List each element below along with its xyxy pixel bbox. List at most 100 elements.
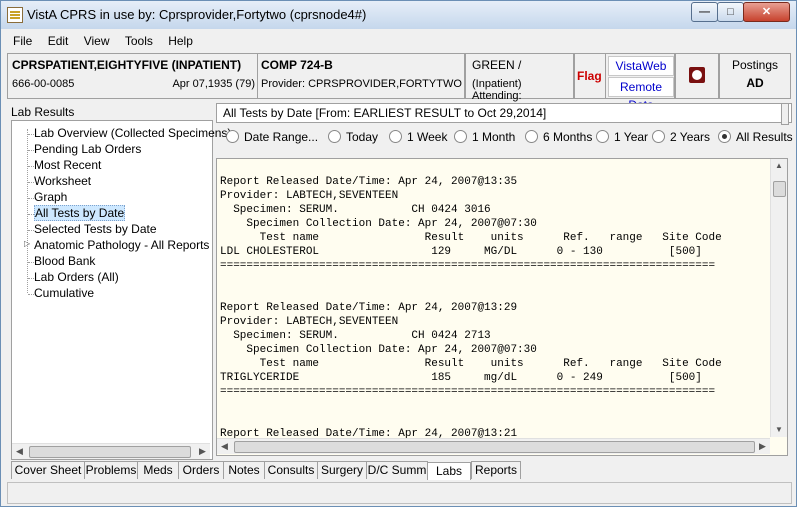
radio-label: 1 Year [614,130,649,144]
postings-value: AD [746,76,764,90]
tab-surgery[interactable]: Surgery [317,461,367,479]
attending-label: (Inpatient) Attending: [472,78,522,102]
radio-label: 1 Week [407,130,448,144]
tree-item-cumulative[interactable]: Cumulative [34,286,94,300]
patient-ssn: 666-00-0085 [12,78,75,90]
tree-scroll-thumb[interactable] [29,446,191,458]
title-bar[interactable]: VistA CPRS in use by: Cprsprovider,Forty… [1,1,796,29]
patient-dob: Apr 07,1935 (79) [172,78,255,90]
patient-name: CPRSPATIENT,EIGHTYFIVE (INPATIENT) [12,58,242,72]
menu-help[interactable]: Help [162,31,199,51]
menu-file[interactable]: File [7,31,38,51]
radio-icon [328,130,341,143]
tree-line [27,129,28,293]
vistaweb-button[interactable]: VistaWeb [608,56,674,76]
menu-edit[interactable]: Edit [42,31,75,51]
radio-date-range[interactable]: Date Range... [226,130,318,144]
radio-icon [389,130,402,143]
scroll-down-icon[interactable]: ▼ [771,423,787,437]
status-bar [7,482,792,504]
postings-button[interactable]: Postings AD [719,53,791,99]
radio-label: 2 Years [670,130,711,144]
date-range-group: Date Range... Today 1 Week 1 Month 6 Mon… [216,126,793,150]
tab-meds[interactable]: Meds [137,461,179,479]
radio-today[interactable]: Today [328,130,378,144]
attending-box[interactable]: GREEN / (Inpatient) Attending: [465,53,574,102]
radio-all-results[interactable]: All Results [718,130,793,144]
provider-name: Provider: CPRSPROVIDER,FORTYTWO [261,78,462,90]
tab-problems[interactable]: Problems [84,461,138,479]
flag-button[interactable]: Flag [574,53,606,99]
radio-icon [652,130,665,143]
chart-tabs: Cover Sheet Problems Meds Orders Notes C… [11,461,791,480]
report-hscroll-thumb[interactable] [234,441,755,453]
menu-view[interactable]: View [78,31,116,51]
tab-reports[interactable]: Reports [471,461,521,479]
team-name: GREEN / [472,58,522,72]
scroll-left-icon[interactable]: ◀ [217,439,232,454]
radio-1-month[interactable]: 1 Month [454,130,515,144]
tab-labs[interactable]: Labs [427,462,471,480]
tree-item-anatomic-pathology[interactable]: Anatomic Pathology - All Reports [34,238,209,252]
flag-label: Flag [577,69,602,83]
minimize-button[interactable]: — [691,2,718,22]
tab-orders[interactable]: Orders [178,461,224,479]
report-horizontal-scrollbar[interactable]: ◀ ▶ [217,438,770,454]
close-button[interactable]: ✕ [743,2,790,22]
location-room: COMP 724-B [261,58,333,72]
report-title: All Tests by Date [From: EARLIEST RESULT… [216,103,792,123]
tree-item-blood-bank[interactable]: Blood Bank [34,254,95,268]
window-title: VistA CPRS in use by: Cprsprovider,Forty… [27,7,367,22]
remote-data-button[interactable]: Remote Data [608,77,674,112]
scroll-left-icon[interactable]: ◀ [12,444,27,459]
tree-item-all-tests-by-date[interactable]: All Tests by Date [34,205,126,221]
postings-label: Postings [731,58,779,72]
tree-item-graph[interactable]: Graph [34,190,67,204]
tree-horizontal-scrollbar[interactable]: ◀ ▶ [12,443,210,459]
scroll-up-icon[interactable]: ▲ [771,159,787,173]
radio-6-months[interactable]: 6 Months [525,130,592,144]
scroll-right-icon[interactable]: ▶ [195,444,210,459]
tab-notes[interactable]: Notes [223,461,265,479]
tree-item-pending-lab-orders[interactable]: Pending Lab Orders [34,142,141,156]
tab-cover-sheet[interactable]: Cover Sheet [11,461,85,479]
maximize-button[interactable]: □ [717,2,744,22]
lab-results-panel: Lab Results Lab Overview (Collected Spec… [9,105,231,460]
tree-item-lab-orders-all[interactable]: Lab Orders (All) [34,270,119,284]
report-text: Report Released Date/Time: Apr 24, 2007@… [220,176,722,440]
patient-select-button[interactable]: CPRSPATIENT,EIGHTYFIVE (INPATIENT) 666-0… [7,53,258,99]
title-scrollbar[interactable] [781,103,789,125]
radio-icon [226,130,239,143]
radio-label: Today [346,130,379,144]
radio-label: 1 Month [472,130,516,144]
app-icon [7,7,23,23]
tab-dc-summ[interactable]: D/C Summ [366,461,428,479]
radio-label: All Results [736,130,793,144]
tree-item-most-recent[interactable]: Most Recent [34,158,101,172]
report-panel: All Tests by Date [From: EARLIEST RESULT… [214,101,793,457]
lab-results-title: Lab Results [11,105,75,119]
tree-item-worksheet[interactable]: Worksheet [34,174,91,188]
reminders-icon [689,67,705,83]
radio-icon [525,130,538,143]
radio-icon [596,130,609,143]
radio-selected-icon [718,130,731,143]
vistaweb-box: VistaWeb Remote Data [605,53,675,112]
radio-1-year[interactable]: 1 Year [596,130,648,144]
tab-consults[interactable]: Consults [264,461,318,479]
report-vscroll-thumb[interactable] [773,181,786,197]
report-vertical-scrollbar[interactable]: ▲ ▼ [770,159,787,437]
lab-tree[interactable]: Lab Overview (Collected Specimens) Pendi… [11,120,231,460]
menu-tools[interactable]: Tools [119,31,159,51]
tree-item-selected-tests-by-date[interactable]: Selected Tests by Date [34,222,157,236]
report-text-area[interactable]: Report Released Date/Time: Apr 24, 2007@… [216,158,788,456]
encounter-button[interactable]: COMP 724-B Provider: CPRSPROVIDER,FORTYT… [257,53,465,99]
reminders-button[interactable] [675,53,719,99]
radio-2-years[interactable]: 2 Years [652,130,710,144]
patient-header: CPRSPATIENT,EIGHTYFIVE (INPATIENT) 666-0… [1,53,796,112]
scroll-right-icon[interactable]: ▶ [755,439,770,454]
expand-icon[interactable]: ▷ [24,239,30,248]
radio-label: 6 Months [543,130,593,144]
tree-item-lab-overview[interactable]: Lab Overview (Collected Specimens) [34,126,231,140]
radio-1-week[interactable]: 1 Week [389,130,447,144]
